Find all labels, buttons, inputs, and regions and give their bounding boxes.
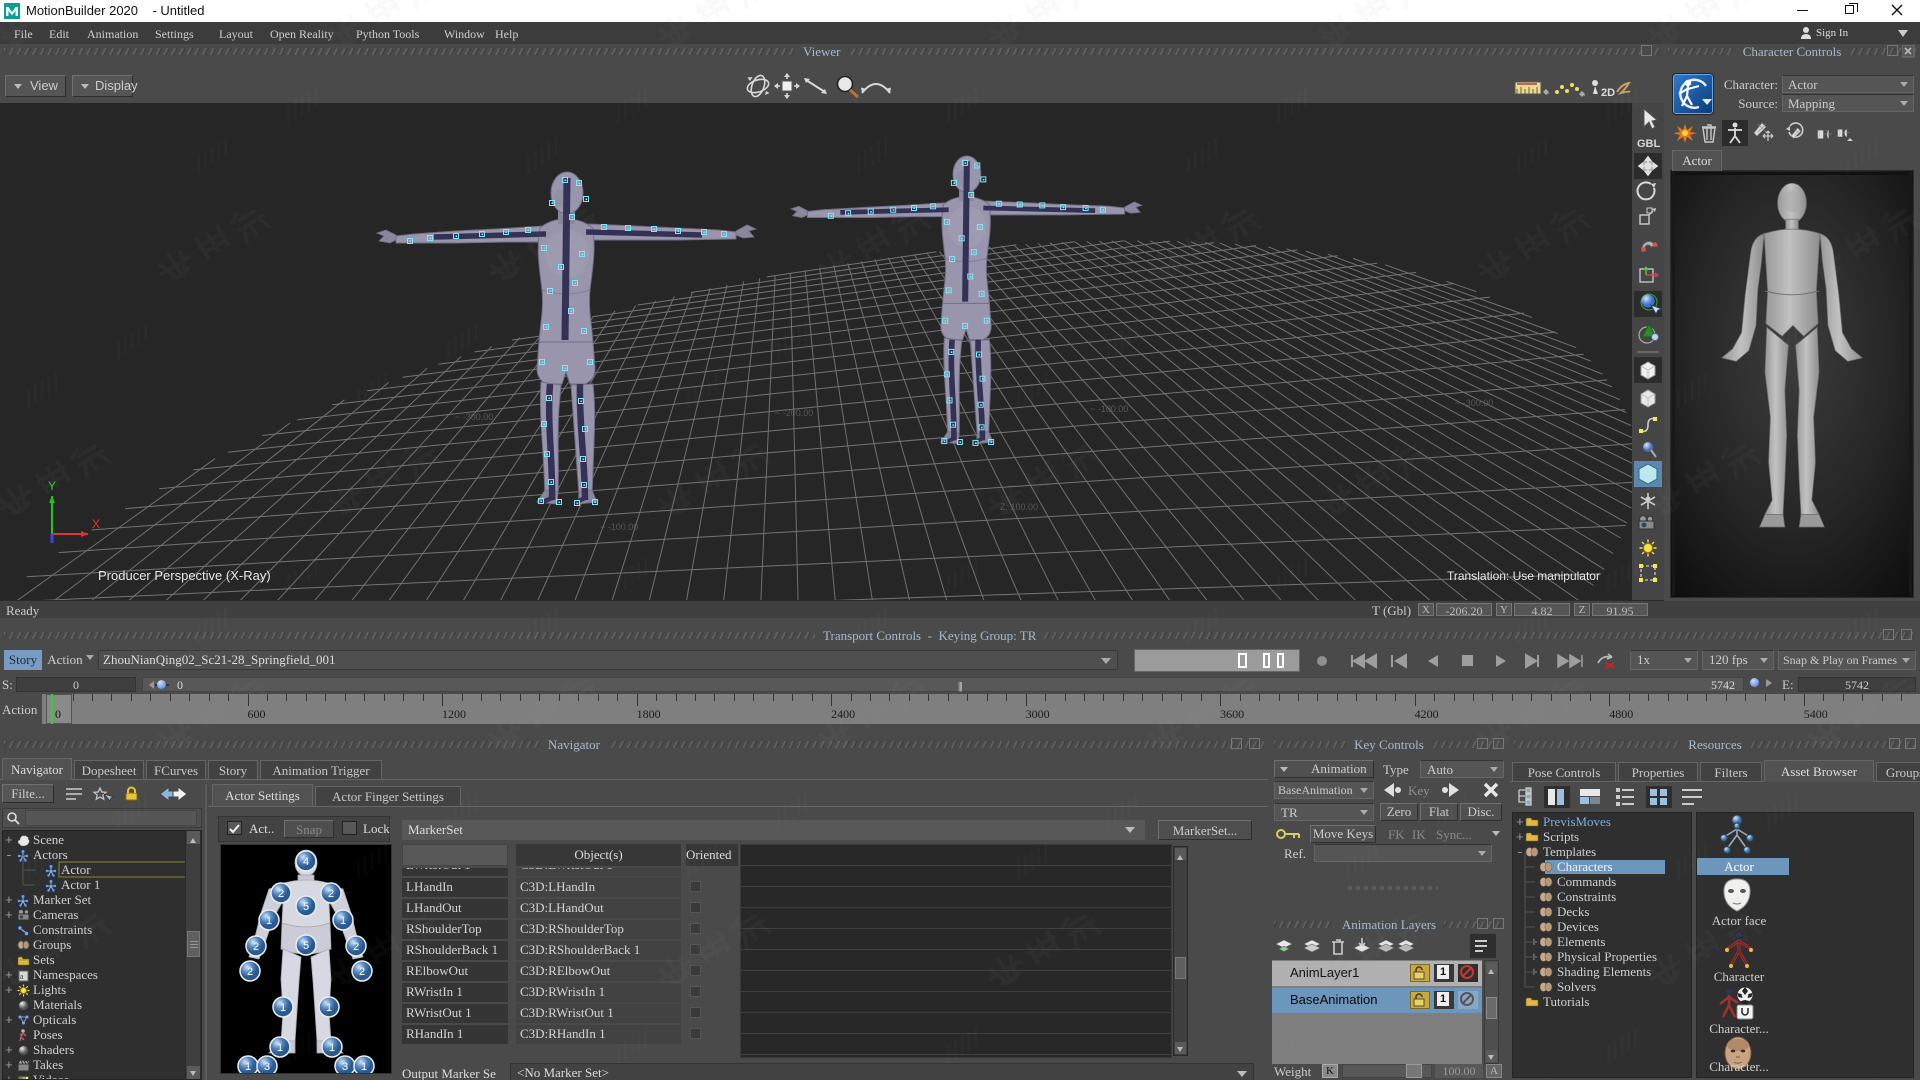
svg-text:2D: 2D — [1601, 87, 1615, 99]
svg-text:Character: Character — [1714, 969, 1765, 984]
svg-text:1: 1 — [340, 915, 346, 927]
svg-text:Marker Set: Marker Set — [33, 892, 92, 907]
svg-text:+: + — [5, 1073, 13, 1079]
svg-text:Translation: Use manipulator: Translation: Use manipulator — [1447, 569, 1600, 583]
svg-text:Templates: Templates — [1543, 844, 1596, 859]
svg-text:+: + — [5, 908, 13, 923]
svg-text:Characters: Characters — [1557, 859, 1613, 874]
svg-text:~ -300.00: ~ -300.00 — [455, 412, 493, 422]
svg-text:Groups: Groups — [33, 937, 71, 952]
svg-text:Tutorials: Tutorials — [1543, 994, 1589, 1009]
svg-text:-: - — [5, 848, 13, 863]
svg-text:1: 1 — [245, 1061, 251, 1073]
svg-text:+: + — [5, 1043, 13, 1058]
svg-text:1: 1 — [326, 1002, 332, 1014]
svg-text:1: 1 — [277, 1042, 283, 1054]
svg-text:3: 3 — [342, 1061, 348, 1073]
svg-text:2: 2 — [359, 966, 365, 978]
svg-text:~ -100.00: ~ -100.00 — [600, 522, 638, 532]
svg-text:Actors: Actors — [33, 847, 68, 862]
svg-text:Actor: Actor — [1724, 859, 1754, 874]
svg-text:+: + — [5, 1013, 13, 1028]
svg-text:Y: Y — [48, 479, 56, 493]
svg-text:a: a — [20, 972, 24, 981]
svg-text:Videos: Videos — [33, 1072, 69, 1079]
svg-text:Shading Elements: Shading Elements — [1557, 964, 1651, 979]
svg-text:2: 2 — [353, 941, 359, 953]
svg-text:Materials: Materials — [33, 997, 82, 1012]
svg-text:Solvers: Solvers — [1557, 979, 1596, 994]
svg-text:Constraints: Constraints — [1557, 889, 1616, 904]
svg-text:2: 2 — [278, 888, 284, 900]
svg-text:Shaders: Shaders — [33, 1042, 74, 1057]
svg-text:Producer Perspective (X-Ray): Producer Perspective (X-Ray) — [98, 568, 271, 583]
svg-text:Takes: Takes — [33, 1057, 63, 1072]
svg-text:1: 1 — [280, 1002, 286, 1014]
svg-text:Actor: Actor — [61, 862, 91, 877]
svg-text:Devices: Devices — [1557, 919, 1599, 934]
svg-text:PrevisMoves: PrevisMoves — [1543, 814, 1611, 829]
svg-text:Poses: Poses — [33, 1027, 63, 1042]
svg-text:Decks: Decks — [1557, 904, 1590, 919]
svg-text:Commands: Commands — [1557, 874, 1616, 889]
svg-text:+: + — [1516, 830, 1524, 845]
svg-text:Cameras: Cameras — [33, 907, 78, 922]
svg-text:Character...: Character... — [1709, 1059, 1769, 1074]
svg-text:+: + — [5, 833, 13, 848]
svg-text:5: 5 — [303, 940, 309, 952]
svg-text:X: X — [92, 517, 100, 531]
svg-text:2: 2 — [328, 888, 334, 900]
svg-text:5: 5 — [303, 901, 309, 913]
svg-text:Constraints: Constraints — [33, 922, 92, 937]
svg-text:Scene: Scene — [33, 832, 64, 847]
svg-text:+: + — [5, 893, 13, 908]
svg-text:Actor 1: Actor 1 — [61, 877, 100, 892]
svg-text:4: 4 — [303, 856, 309, 868]
svg-text:1: 1 — [329, 1042, 335, 1054]
svg-text:Physical Properties: Physical Properties — [1557, 949, 1657, 964]
svg-text:~ -200.00: ~ -200.00 — [775, 408, 813, 418]
svg-text:Lights: Lights — [33, 982, 66, 997]
svg-text:+: + — [5, 983, 13, 998]
svg-text:Sets: Sets — [33, 952, 55, 967]
svg-text:+: + — [5, 968, 13, 983]
svg-text:~ -300.00: ~ -300.00 — [1455, 398, 1493, 408]
svg-text:Namespaces: Namespaces — [33, 967, 98, 982]
svg-text:Z: 100.00: Z: 100.00 — [1000, 502, 1038, 512]
svg-text:+: + — [1516, 815, 1524, 830]
svg-text:Elements: Elements — [1557, 934, 1605, 949]
svg-text:1: 1 — [361, 1061, 367, 1073]
svg-text:+: + — [5, 1058, 13, 1073]
svg-text:GBL: GBL — [1637, 138, 1661, 150]
svg-text:1: 1 — [266, 915, 272, 927]
svg-text:Opticals: Opticals — [33, 1012, 76, 1027]
svg-text:3: 3 — [264, 1061, 270, 1073]
svg-text:Actor face: Actor face — [1712, 913, 1767, 928]
svg-text:-: - — [1516, 845, 1524, 860]
svg-text:2: 2 — [247, 966, 253, 978]
svg-text:Character...: Character... — [1709, 1021, 1769, 1036]
svg-text:2: 2 — [253, 941, 259, 953]
svg-text:Scripts: Scripts — [1543, 829, 1579, 844]
svg-text:~ -100.00: ~ -100.00 — [1090, 404, 1128, 414]
